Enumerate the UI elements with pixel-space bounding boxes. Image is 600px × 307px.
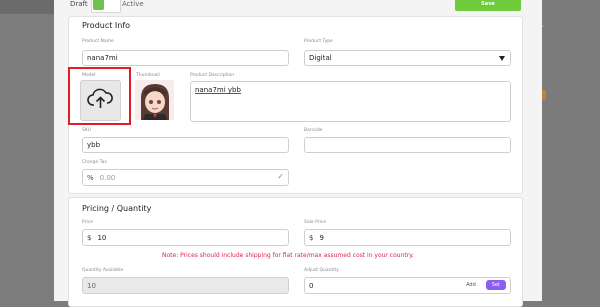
adjust-quantity-input[interactable]: 0 Add Set [304, 277, 511, 294]
sku-input[interactable]: ybb [82, 137, 289, 153]
save-button[interactable]: Save [455, 0, 521, 11]
price-input[interactable]: $ 10 [82, 229, 289, 246]
active-label: Active [122, 0, 144, 8]
description-textarea[interactable]: nana7mi ybb [190, 81, 511, 122]
background-right [542, 0, 600, 301]
quantity-available-field: 10 [82, 277, 289, 294]
set-button[interactable]: Set [485, 280, 506, 290]
thumbnail-image[interactable] [135, 80, 174, 120]
product-name-label: Product Name [82, 39, 114, 44]
model-highlight [68, 67, 131, 125]
charge-tax-input[interactable]: % 0.00 ✓ [82, 169, 289, 186]
status-bar: Draft Active Save [54, 0, 542, 14]
sale-price-label: Sale Price [304, 220, 327, 225]
character-thumbnail [135, 80, 174, 120]
pricing-title: Pricing / Quantity [82, 204, 152, 213]
sale-price-currency: $ [309, 233, 314, 242]
adjust-quantity-label: Adjust Quantity [304, 268, 339, 273]
product-type-value: Digital [309, 54, 332, 62]
barcode-label: Barcode [304, 128, 323, 133]
price-label: Price [82, 220, 93, 225]
sku-label: SKU [82, 128, 91, 133]
description-label: Product Description [190, 73, 235, 78]
percent-prefix: % [87, 173, 94, 182]
sku-value: ybb [87, 141, 101, 149]
quantity-available-value: 10 [87, 281, 96, 290]
product-info-title: Product Info [82, 21, 131, 30]
thumbnail-label: Thumbnail [136, 73, 160, 78]
adjust-actions: Add Set [460, 280, 506, 290]
pricing-note: Note: Prices should include shipping for… [162, 252, 414, 259]
sale-price-value: 9 [319, 233, 324, 242]
check-icon: ✓ [277, 172, 284, 181]
price-currency: $ [87, 233, 92, 242]
description-value: nana7mi ybb [195, 86, 241, 94]
charge-tax-label: Charge Tax [82, 160, 108, 165]
status-toggle[interactable] [91, 0, 121, 13]
charge-tax-placeholder: 0.00 [99, 173, 116, 182]
chevron-down-icon [499, 56, 505, 61]
product-type-select[interactable]: Digital [304, 50, 511, 66]
draft-label: Draft [70, 0, 88, 8]
product-name-input[interactable]: nana7mi [82, 50, 289, 66]
product-type-label: Product Type [304, 39, 333, 44]
barcode-input[interactable] [304, 137, 511, 153]
background-left [0, 0, 54, 301]
quantity-available-label: Quantity Available [82, 268, 124, 273]
adjust-quantity-value: 0 [309, 281, 314, 290]
sale-price-input[interactable]: $ 9 [304, 229, 511, 246]
product-modal: Draft Active Save Product Info Product N… [54, 0, 542, 307]
add-button[interactable]: Add [460, 280, 482, 290]
product-name-value: nana7mi [87, 54, 118, 62]
price-value: 10 [97, 233, 107, 242]
toggle-knob [93, 0, 104, 10]
